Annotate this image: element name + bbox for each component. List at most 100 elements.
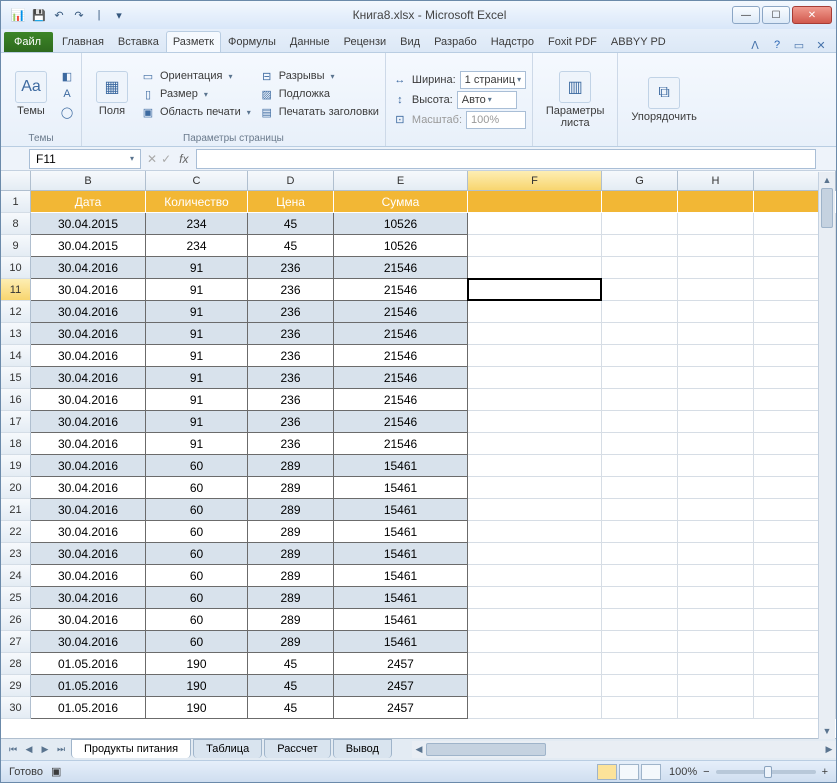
cell-empty[interactable] [602,609,678,631]
header-sum[interactable]: Сумма [334,191,468,213]
cell-empty[interactable] [678,675,754,697]
cell[interactable]: 91 [146,257,248,279]
formula-input[interactable] [196,149,816,169]
cell-empty[interactable] [678,543,754,565]
qat-more-icon[interactable]: ▾ [111,7,127,23]
cell-empty[interactable] [602,587,678,609]
cell[interactable]: 30.04.2016 [31,367,146,389]
cell-empty[interactable] [468,389,602,411]
col-header-e[interactable]: E [334,171,468,190]
scroll-up-icon[interactable]: ▲ [819,172,835,188]
cell[interactable]: 91 [146,279,248,301]
row-header[interactable]: 30 [1,697,31,719]
cell-empty[interactable] [468,675,602,697]
cell[interactable]: 15461 [334,609,468,631]
cell[interactable]: 30.04.2016 [31,543,146,565]
cell-empty[interactable] [468,323,602,345]
cell[interactable]: 236 [248,345,334,367]
cell-empty[interactable] [468,455,602,477]
sheet-tab[interactable]: Вывод [333,739,392,758]
cell[interactable]: 45 [248,675,334,697]
cell-empty[interactable] [468,477,602,499]
row-header[interactable]: 23 [1,543,31,565]
scale-select[interactable]: 100% [466,111,526,129]
cell[interactable]: 21546 [334,323,468,345]
cell[interactable]: 30.04.2016 [31,323,146,345]
cell-empty[interactable] [602,653,678,675]
redo-icon[interactable]: ↷ [71,7,87,23]
zoom-level[interactable]: 100% [669,766,697,778]
cell[interactable]: 289 [248,631,334,653]
print-titles-button[interactable]: ▤Печатать заголовки [259,104,379,120]
row-header[interactable]: 9 [1,235,31,257]
cell-empty[interactable] [602,565,678,587]
cell-empty[interactable] [678,323,754,345]
cell-empty[interactable] [678,455,754,477]
fonts-button[interactable]: A [59,86,75,102]
cell[interactable]: 30.04.2016 [31,521,146,543]
cell-empty[interactable] [602,411,678,433]
cell-empty[interactable] [602,191,678,213]
cell[interactable]: 289 [248,499,334,521]
vertical-scrollbar[interactable]: ▲ ▼ [818,172,835,739]
breaks-button[interactable]: ⊟Разрывы▾ [259,68,379,84]
orientation-button[interactable]: ▭Ориентация▾ [140,68,251,84]
cell[interactable]: 21546 [334,389,468,411]
cell[interactable]: 30.04.2016 [31,433,146,455]
row-header[interactable]: 24 [1,565,31,587]
cell[interactable]: 60 [146,521,248,543]
sheet-nav-last-icon[interactable]: ⏭ [53,742,69,758]
cell[interactable]: 60 [146,477,248,499]
window-restore-icon[interactable]: ▭ [792,38,806,52]
cell-empty[interactable] [468,367,602,389]
scroll-down-icon[interactable]: ▼ [819,723,835,739]
cell-empty[interactable] [678,389,754,411]
cell[interactable]: 21546 [334,279,468,301]
cell[interactable]: 234 [146,235,248,257]
cell[interactable]: 236 [248,323,334,345]
cell-empty[interactable] [602,697,678,719]
cell-empty[interactable] [678,345,754,367]
margins-button[interactable]: ▦ Поля [88,57,136,131]
fx-icon[interactable]: fx [179,152,188,166]
row-header[interactable]: 28 [1,653,31,675]
tab-formulas[interactable]: Формулы [221,31,283,52]
file-tab[interactable]: Файл [4,32,53,52]
cell[interactable]: 289 [248,521,334,543]
cell[interactable]: 15461 [334,543,468,565]
window-close-icon[interactable]: ✕ [814,38,828,52]
cell-empty[interactable] [468,697,602,719]
print-area-button[interactable]: ▣Область печати▾ [140,104,251,120]
cell[interactable]: 30.04.2016 [31,631,146,653]
normal-view-button[interactable] [597,764,617,780]
cell[interactable]: 60 [146,565,248,587]
cell-empty[interactable] [602,499,678,521]
cell-empty[interactable] [602,301,678,323]
cell-empty[interactable] [678,565,754,587]
cancel-formula-icon[interactable]: ✕ [147,152,157,166]
cell[interactable]: 30.04.2016 [31,565,146,587]
cell[interactable]: 236 [248,411,334,433]
cell[interactable]: 30.04.2016 [31,499,146,521]
cell-empty[interactable] [468,257,602,279]
cell-empty[interactable] [468,499,602,521]
macro-record-icon[interactable]: ▣ [51,765,61,778]
cell[interactable]: 91 [146,323,248,345]
cell[interactable]: 30.04.2015 [31,213,146,235]
cell[interactable]: 01.05.2016 [31,653,146,675]
sheet-options-button[interactable]: ▥ Параметры листа [539,57,611,142]
cell-empty[interactable] [602,279,678,301]
header-qty[interactable]: Количество [146,191,248,213]
cell-empty[interactable] [468,653,602,675]
effects-button[interactable]: ◯ [59,104,75,120]
cell-empty[interactable] [678,411,754,433]
zoom-slider[interactable] [716,770,816,774]
cell[interactable]: 60 [146,587,248,609]
cell-empty[interactable] [468,543,602,565]
cell[interactable]: 234 [146,213,248,235]
minimize-button[interactable]: — [732,6,760,24]
cell[interactable]: 289 [248,565,334,587]
cell[interactable]: 21546 [334,433,468,455]
size-button[interactable]: ▯Размер▾ [140,86,251,102]
cell-empty[interactable] [468,433,602,455]
